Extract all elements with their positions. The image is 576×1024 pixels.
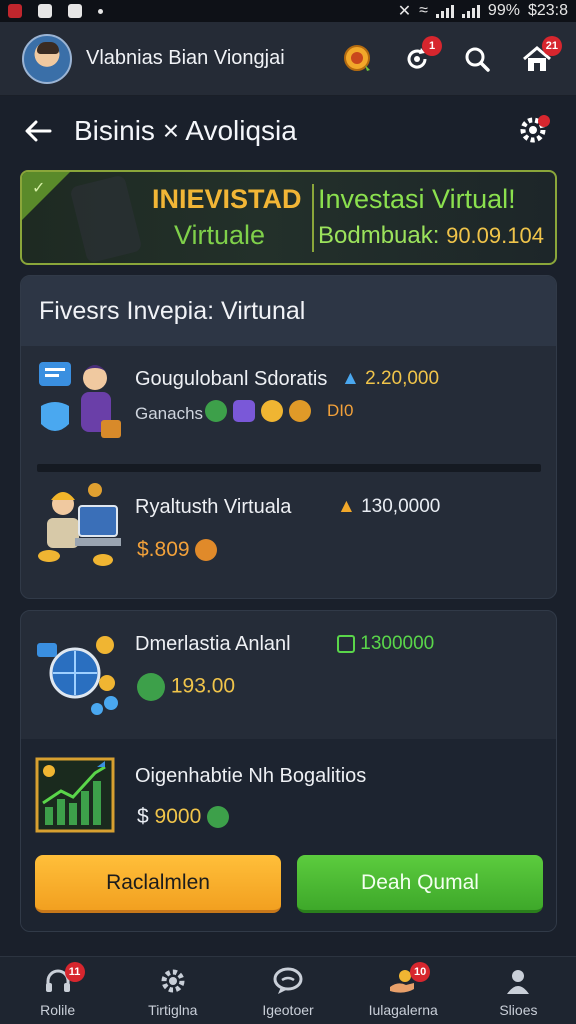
back-arrow-icon[interactable] [24,119,52,143]
page-header: Bisinis × Avoliqsia [0,96,576,166]
gem-icon [207,806,230,829]
gem-icon [137,673,165,701]
user-name: Vlabnias Bian Viongjai [86,47,285,69]
growth-chart-icon [35,757,115,833]
banner-balance: Bodmbuak: 90.09.104 [318,222,544,250]
avatar[interactable] [22,33,72,84]
nav-item-slioes[interactable]: Slioes [461,957,576,1024]
item-price: $ 9000 [137,805,230,829]
gear-alert-icon [520,114,550,142]
left-action-button[interactable]: Raclalmlen [35,855,281,913]
nav-item-tirtiglna[interactable]: Tirtiglna [115,957,230,1024]
item-amount: 1300000 [337,633,434,655]
item-name: Ryaltusth Virtuala [135,496,292,518]
nav-label: Iulagalerna [368,1002,438,1018]
gear-icon [161,969,185,993]
shield-icon [233,400,255,422]
item-value: 193.00 [137,673,235,701]
list-item[interactable]: Oigenhabtie Nh Bogalitios $ 9000 [21,751,556,855]
battery-text: 99% [487,2,520,19]
bottom-nav: 11 Rolile Tirtiglna Igeotoer 10 Iulagale… [0,956,576,1024]
check-icon: ✓ [32,180,46,197]
list-item[interactable]: Ryaltusth Virtuala ▲ 130,0000 $.809 [21,482,556,586]
chat-icon [273,967,303,994]
banner-headline-right: Investasi Virtual! [318,184,516,214]
investments-card: Fivesrs Invepia: Virtunal Gougulobanl Sd… [20,275,557,599]
nav-item-rolile[interactable]: 11 Rolile [0,957,115,1024]
profile-icon [507,970,530,994]
right-action-button[interactable]: Deah Qumal [297,855,543,913]
nav-label: Igeotoer [262,1002,314,1018]
banner-sub-left: Virtuale [174,220,266,250]
search-icon [465,47,490,72]
phone-illustration [69,174,143,263]
coin-icon [195,539,218,562]
offer-lower-panel: Oigenhabtie Nh Bogalitios $ 9000 Raclalm… [21,739,556,931]
item-amount: ▲ 130,0000 [337,496,441,517]
worker-computer-icon [38,483,121,566]
nav-badge: 11 [64,962,85,982]
list-item[interactable]: Gougulobanl Sdoratis ▲ 2.20,000 Ganachs … [21,358,556,458]
nav-label: Slioes [499,1002,538,1018]
settings-button[interactable] [518,113,552,150]
balance-label: Bodmbuak: [318,222,440,249]
refresh-badge: 1 [422,35,442,56]
coin-icon [261,400,283,422]
item-price: $.809 [137,538,218,562]
nav-label: Rolile [40,1002,76,1018]
gallery-icon [68,4,82,18]
notification-icon [8,4,22,18]
item-tag: DI0 [327,401,354,420]
investments-card-title: Fivesrs Invepia: Virtunal [21,276,556,346]
mute-icon: ✕ [397,3,412,20]
coin-row: DI0 [205,400,353,422]
dot-icon [98,8,103,14]
signal-2-icon [461,4,480,18]
item-sub: Ganachs [135,404,204,423]
promo-banner[interactable]: ✓ INIEVISTAD Virtuale Investasi Virtual!… [20,170,557,265]
app-bar: Vlabnias Bian Viongjai 1 21 [0,22,576,96]
app-icon [38,4,52,18]
coin-icon [205,400,227,422]
support-agent-icon [39,362,121,438]
globe-finance-icon [37,636,118,715]
nav-item-igeotoer[interactable]: Igeotoer [230,957,345,1024]
list-item[interactable]: Dmerlastia Anlanl 1300000 193.00 [21,625,556,729]
page-title: Bisinis × Avoliqsia [74,115,297,146]
banner-headline-left: INIEVISTAD [152,184,302,214]
coin-stack-icon [289,400,311,422]
home-badge: 21 [541,35,562,56]
wifi-icon: ≈ [419,2,428,19]
nav-label: Tirtiglna [148,1002,198,1018]
refresh-button[interactable]: 1 [400,35,442,76]
balance-value: 90.09.104 [446,223,544,248]
home-button[interactable]: 21 [520,35,562,76]
item-name: Dmerlastia Anlanl [135,633,291,655]
nav-badge: 10 [409,962,431,982]
reward-button[interactable] [340,42,374,76]
item-name: Gougulobanl Sdoratis [135,368,328,390]
search-button[interactable] [460,42,494,76]
offers-card: Dmerlastia Anlanl 1300000 193.00 Oigenha… [20,610,557,932]
clock: $23:8 [527,2,568,19]
nav-item-iulagalerna[interactable]: 10 Iulagalerna [346,957,461,1024]
item-name: Oigenhabtie Nh Bogalitios [135,765,367,787]
status-bar: ✕ ≈ 99% $23:8 [0,0,576,22]
item-amount: ▲ 2.20,000 [341,368,440,389]
signal-icon [435,4,454,18]
reward-icon [344,44,370,71]
